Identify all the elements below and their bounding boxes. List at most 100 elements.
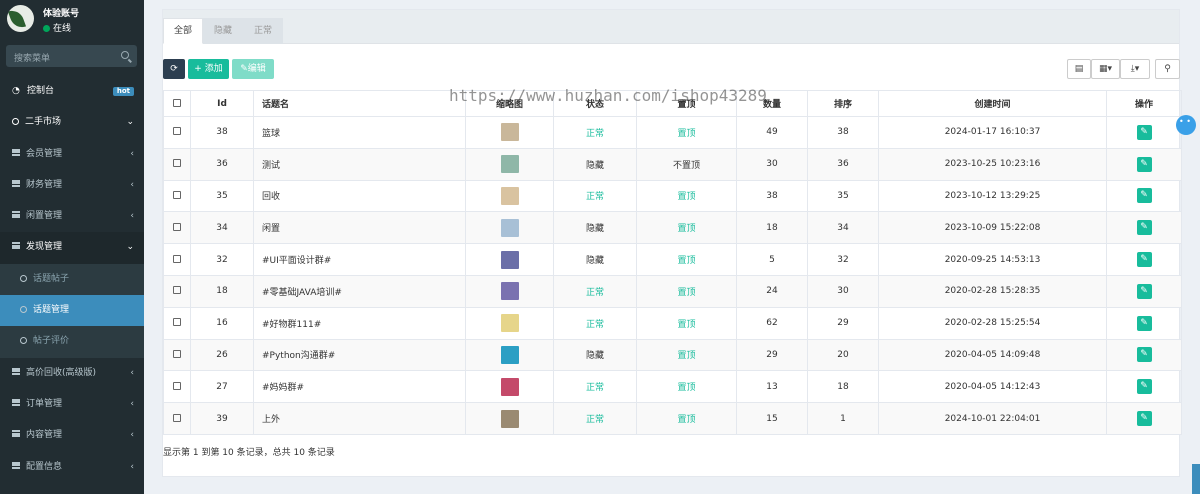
select-all-checkbox[interactable] <box>163 90 191 117</box>
sidebar-item-3[interactable]: 财务管理 ‹ <box>0 170 144 201</box>
edit-row-button[interactable]: ✎ <box>1136 315 1152 331</box>
tab-all[interactable]: 全部 <box>163 18 204 44</box>
table-row[interactable]: 32 #UI平面设计群# 隐藏 置顶 5 32 2020-09-25 14:53:13 ✎ <box>163 243 1182 276</box>
edit-row-button[interactable]: ✎ <box>1136 252 1152 268</box>
thumbnail-image[interactable] <box>500 314 519 333</box>
add-button[interactable]: + 添加 <box>188 59 229 79</box>
sidebar-item-4[interactable]: 闲置管理 ‹ <box>0 201 144 232</box>
menu-search-input[interactable]: 搜索菜单 <box>6 45 137 67</box>
table-row[interactable]: 38 篮球 正常 置顶 49 38 2024-01-17 16:10:37 ✎ <box>163 116 1182 149</box>
thumbnail-image[interactable] <box>500 123 519 142</box>
row-checkbox[interactable] <box>163 147 191 181</box>
cell-top[interactable]: 置顶 <box>636 211 737 245</box>
table-row[interactable]: 34 闲置 隐藏 置顶 18 34 2023-10-09 15:22:08 ✎ <box>163 211 1182 245</box>
export-button[interactable]: ⤓▾ <box>1120 59 1150 79</box>
cell-thumb[interactable] <box>465 116 554 149</box>
header-count[interactable]: 数量 <box>736 90 808 117</box>
pencil-icon: ✎ <box>1140 222 1148 233</box>
cell-thumb[interactable] <box>465 147 554 181</box>
cell-count: 62 <box>736 306 808 340</box>
thumbnail-image[interactable] <box>500 155 519 174</box>
header-time[interactable]: 创建时间 <box>878 90 1107 117</box>
toggle-view-button[interactable]: ▤ <box>1067 59 1091 79</box>
edit-row-button[interactable]: ✎ <box>1136 156 1152 172</box>
edit-row-button[interactable]: ✎ <box>1136 283 1152 299</box>
table-row[interactable]: 16 #好物群111# 正常 置顶 62 29 2020-02-28 15:25:54 ✎ <box>163 306 1182 340</box>
thumbnail-image[interactable] <box>500 250 519 269</box>
sidebar-item-7[interactable]: 话题管理 <box>0 295 144 327</box>
row-checkbox[interactable] <box>163 370 191 404</box>
cell-thumb[interactable] <box>465 306 554 340</box>
edit-row-button[interactable]: ✎ <box>1136 379 1152 395</box>
edit-row-button[interactable]: ✎ <box>1136 124 1152 140</box>
sidebar-item-8[interactable]: 帖子评价 <box>0 326 144 358</box>
search-icon[interactable] <box>121 51 129 59</box>
sidebar-item-5[interactable]: 发现管理 ⌄ <box>0 232 144 264</box>
chat-icon[interactable] <box>1176 115 1196 135</box>
header-sort[interactable]: 排序 <box>807 90 879 117</box>
pencil-icon: ✎ <box>1140 158 1148 169</box>
cell-top[interactable]: 置顶 <box>636 402 737 435</box>
row-checkbox[interactable] <box>163 179 191 213</box>
sidebar-item-9[interactable]: 高价回收(高级版) ‹ <box>0 358 144 389</box>
table-row[interactable]: 18 #零基础JAVA培训# 正常 置顶 24 30 2020-02-28 15:28:35… <box>163 274 1182 308</box>
header-name[interactable]: 话题名 <box>253 90 466 117</box>
cell-top[interactable]: 置顶 <box>636 370 737 404</box>
cell-thumb[interactable] <box>465 179 554 213</box>
scrollbar[interactable] <box>1192 464 1200 494</box>
cell-thumb[interactable] <box>465 402 554 435</box>
table-row[interactable]: 26 #Python沟通群# 隐藏 置顶 29 20 2020-04-05 14:09:48… <box>163 338 1182 372</box>
thumbnail-image[interactable] <box>500 345 519 364</box>
sidebar-item-6[interactable]: 话题帖子 <box>0 263 144 296</box>
cell-thumb[interactable] <box>465 211 554 245</box>
sidebar-item-12[interactable]: 配置信息 ‹ <box>0 452 144 483</box>
sidebar-item-11[interactable]: 内容管理 ‹ <box>0 420 144 451</box>
sidebar-item-10[interactable]: 订单管理 ‹ <box>0 389 144 420</box>
row-checkbox[interactable] <box>163 338 191 372</box>
cell-thumb[interactable] <box>465 338 554 372</box>
cell-top[interactable]: 置顶 <box>636 179 737 213</box>
columns-button[interactable]: ▦▾ <box>1091 59 1120 79</box>
cell-count: 15 <box>736 402 808 435</box>
thumbnail-image[interactable] <box>500 282 519 301</box>
pencil-icon: ✎ <box>1140 190 1148 201</box>
cell-top[interactable]: 置顶 <box>636 243 737 276</box>
sidebar-item-2[interactable]: 会员管理 ‹ <box>0 139 144 170</box>
thumbnail-image[interactable] <box>500 377 519 396</box>
row-checkbox[interactable] <box>163 116 191 149</box>
refresh-button[interactable]: ⟳ <box>163 59 185 79</box>
edit-row-button[interactable]: ✎ <box>1136 411 1152 427</box>
cell-top[interactable]: 置顶 <box>636 306 737 340</box>
thumbnail-image[interactable] <box>500 218 519 237</box>
cell-thumb[interactable] <box>465 274 554 308</box>
table-row[interactable]: 27 #妈妈群# 正常 置顶 13 18 2020-04-05 14:12:43 ✎ <box>163 370 1182 404</box>
cell-thumb[interactable] <box>465 243 554 276</box>
cell-top[interactable]: 不置顶 <box>636 147 737 181</box>
cell-top[interactable]: 置顶 <box>636 338 737 372</box>
sidebar-item-1[interactable]: 二手市场 ⌄ <box>0 107 144 138</box>
edit-row-button[interactable]: ✎ <box>1136 347 1152 363</box>
row-checkbox[interactable] <box>163 211 191 245</box>
tab-normal[interactable]: 正常 <box>243 18 284 44</box>
header-id[interactable]: Id <box>190 90 254 117</box>
edit-row-button[interactable]: ✎ <box>1136 188 1152 204</box>
cell-top[interactable]: 置顶 <box>636 116 737 149</box>
row-checkbox[interactable] <box>163 274 191 308</box>
tab-hidden[interactable]: 隐藏 <box>203 18 244 44</box>
cell-top[interactable]: 置顶 <box>636 274 737 308</box>
row-checkbox[interactable] <box>163 243 191 276</box>
edit-row-button[interactable]: ✎ <box>1136 220 1152 236</box>
table-row[interactable]: 36 测试 隐藏 不置顶 30 36 2023-10-25 10:23:16 ✎ <box>163 147 1182 181</box>
cell-actions: ✎ <box>1106 370 1182 404</box>
table-row[interactable]: 35 回收 正常 置顶 38 35 2023-10-12 13:29:25 ✎ <box>163 179 1182 213</box>
row-checkbox[interactable] <box>163 306 191 340</box>
thumbnail-image[interactable] <box>500 186 519 205</box>
row-checkbox[interactable] <box>163 402 191 435</box>
sidebar-item-0[interactable]: ◔ 控制台 hot <box>0 76 144 107</box>
edit-button[interactable]: ✎编辑 <box>232 59 274 79</box>
avatar <box>7 5 34 32</box>
cell-thumb[interactable] <box>465 370 554 404</box>
table-row[interactable]: 39 上外 正常 置顶 15 1 2024-10-01 22:04:01 ✎ <box>163 402 1182 435</box>
search-button[interactable]: ⚲ <box>1155 59 1180 79</box>
thumbnail-image[interactable] <box>500 409 519 428</box>
